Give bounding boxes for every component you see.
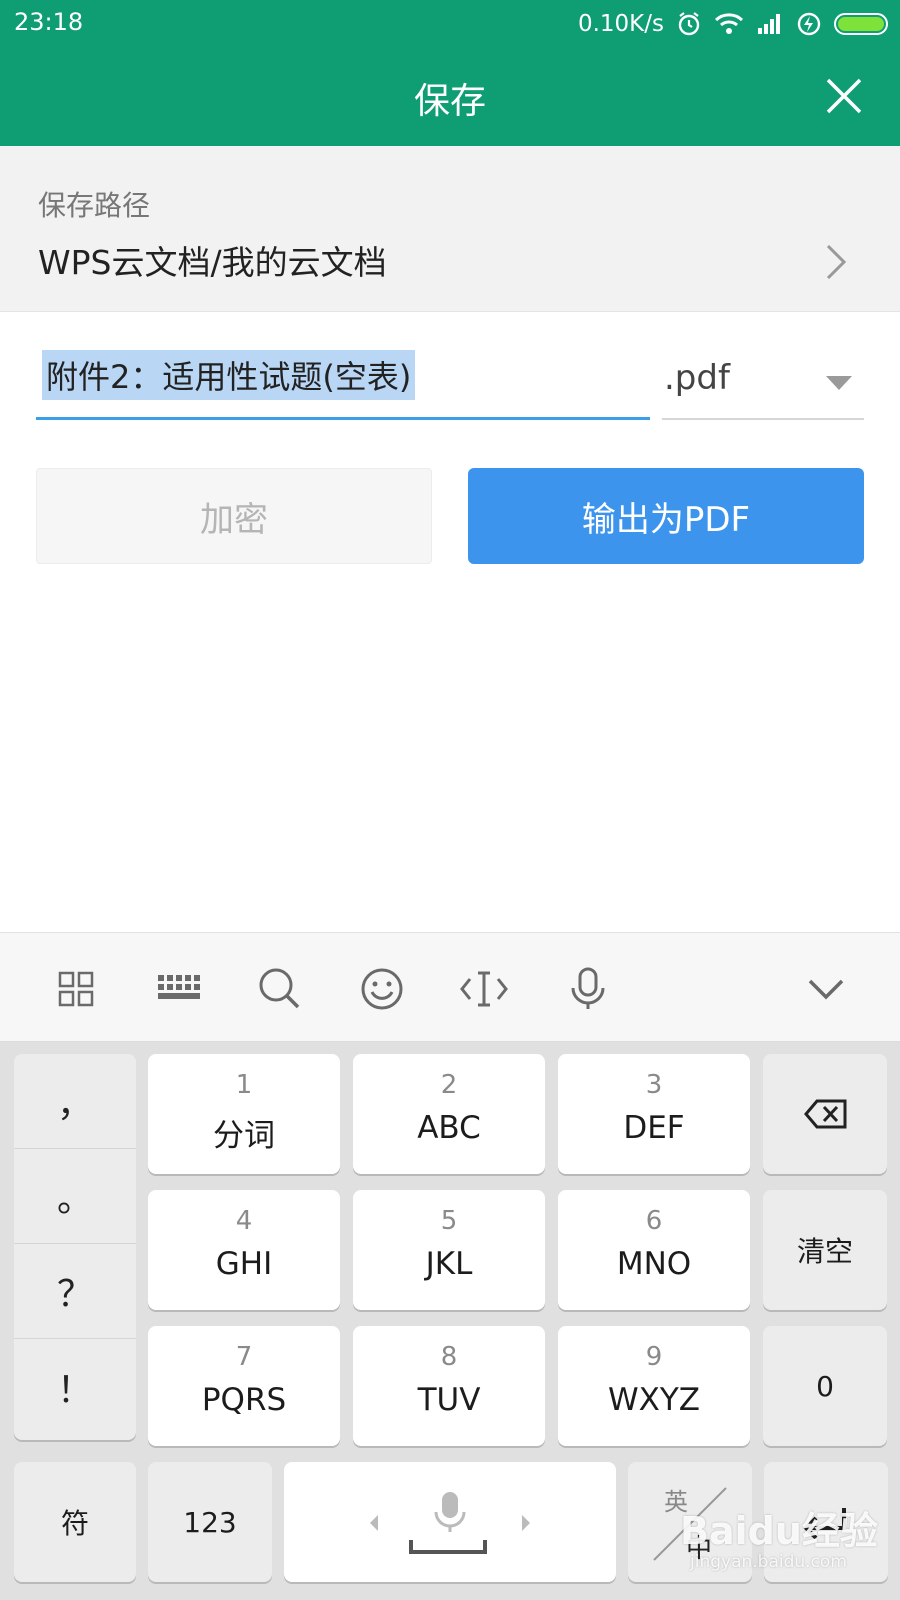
dropdown-arrow-icon	[826, 376, 852, 390]
key-1[interactable]: 1 分词	[148, 1054, 340, 1174]
encrypt-button[interactable]: 加密	[36, 468, 432, 564]
status-time: 23:18	[14, 8, 84, 36]
space-key[interactable]	[284, 1462, 616, 1582]
grid-icon[interactable]	[48, 961, 104, 1017]
key-8[interactable]: 8 TUV	[353, 1326, 545, 1446]
save-path-label: 保存路径	[38, 189, 151, 222]
collapse-keyboard-icon[interactable]	[798, 961, 854, 1017]
keyboard-icon[interactable]	[150, 961, 206, 1017]
punct-key-period[interactable]: 。	[14, 1149, 136, 1244]
keyboard-toolbar	[0, 932, 900, 1042]
zero-key[interactable]: 0	[763, 1326, 887, 1446]
cursor-move-icon[interactable]	[456, 961, 512, 1017]
key-2[interactable]: 2 ABC	[353, 1054, 545, 1174]
spacebar-icon	[409, 1540, 487, 1554]
key-7[interactable]: 7 PQRS	[148, 1326, 340, 1446]
watermark-logo: Baidu经验	[680, 1509, 878, 1553]
chevron-right-icon	[826, 244, 847, 280]
punct-key-comma[interactable]: ，	[14, 1054, 136, 1149]
file-extension-select[interactable]: .pdf	[662, 346, 864, 420]
key-3[interactable]: 3 DEF	[558, 1054, 750, 1174]
title-bar: 保存	[0, 48, 900, 146]
voice-mic-icon	[434, 1492, 466, 1532]
symbols-key[interactable]: 符	[14, 1462, 136, 1582]
export-pdf-button[interactable]: 输出为PDF	[468, 468, 864, 564]
signal-icon	[758, 14, 780, 34]
battery-icon	[834, 13, 888, 35]
key-4[interactable]: 4 GHI	[148, 1190, 340, 1310]
punctuation-column: ， 。 ？ ！	[14, 1054, 136, 1440]
microphone-icon[interactable]	[560, 961, 616, 1017]
search-icon[interactable]	[252, 961, 308, 1017]
key-5[interactable]: 5 JKL	[353, 1190, 545, 1310]
key-9[interactable]: 9 WXYZ	[558, 1326, 750, 1446]
clear-key[interactable]: 清空	[763, 1190, 887, 1310]
wifi-icon	[714, 13, 744, 34]
status-icons: 0.10K/s	[578, 6, 888, 42]
page-title: 保存	[413, 81, 486, 122]
right-arrow-icon	[522, 1515, 530, 1531]
file-name-input[interactable]: 附件2：适用性试题(空表)	[36, 346, 650, 420]
alarm-icon	[678, 12, 700, 36]
save-path-value: WPS云文档/我的云文档	[38, 243, 387, 282]
punct-key-exclaim[interactable]: ！	[14, 1339, 136, 1434]
status-bar: 23:18 0.10K/s	[0, 0, 900, 48]
file-name-text: 附件2：适用性试题(空表)	[42, 350, 416, 400]
backspace-key[interactable]	[763, 1054, 887, 1174]
network-speed: 0.10K/s	[577, 11, 664, 37]
charging-icon	[797, 12, 821, 36]
close-icon[interactable]	[824, 76, 864, 116]
numbers-key[interactable]: 123	[148, 1462, 272, 1582]
key-6[interactable]: 6 MNO	[558, 1190, 750, 1310]
backspace-icon	[804, 1099, 847, 1129]
file-extension-value: .pdf	[664, 358, 730, 398]
punct-key-question[interactable]: ？	[14, 1244, 136, 1339]
watermark-url: jingyan.baidu.com	[690, 1552, 847, 1572]
save-path-row[interactable]: 保存路径 WPS云文档/我的云文档	[0, 146, 900, 312]
left-arrow-icon	[370, 1515, 378, 1531]
emoji-icon[interactable]	[354, 961, 410, 1017]
